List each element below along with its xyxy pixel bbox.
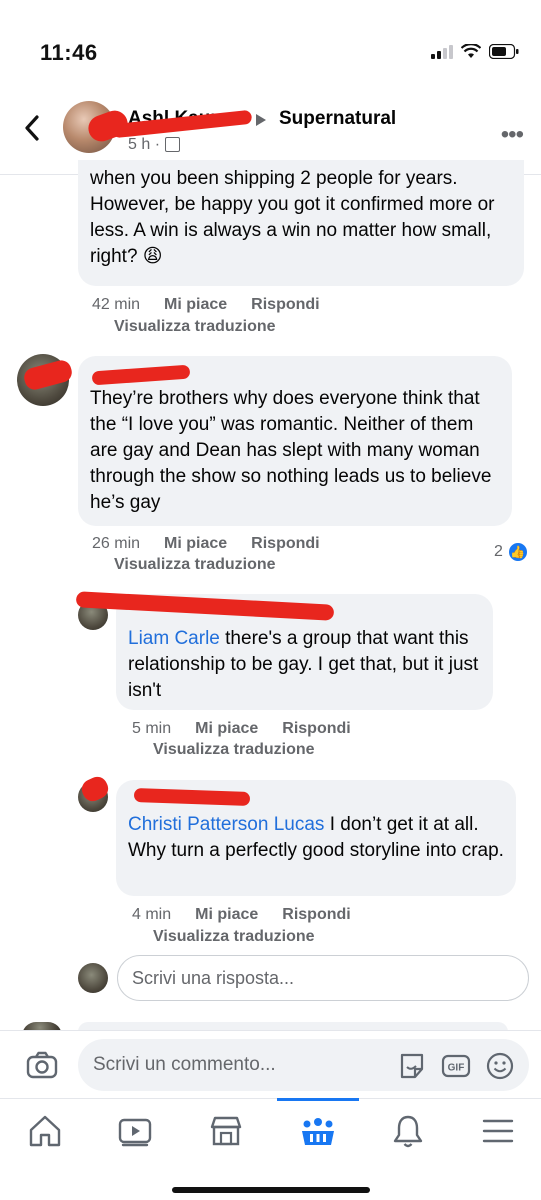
sticker-icon[interactable] <box>397 1051 427 1081</box>
reaction-count[interactable]: 2 👍 <box>494 541 529 563</box>
comment-bubble: when you been shipping 2 people for year… <box>78 160 524 286</box>
status-bar: 11:46 <box>0 0 541 95</box>
reply-button[interactable]: Rispondi <box>251 296 319 314</box>
gif-icon[interactable]: GIF <box>441 1051 471 1081</box>
reaction-number: 2 <box>494 543 503 560</box>
reply-text: Christi Patterson Lucas I don’t get it a… <box>128 814 504 861</box>
comment-time: 26 min <box>92 535 141 552</box>
reply-input[interactable]: Scrivi una risposta... <box>117 955 529 1001</box>
like-button[interactable]: Mi piace <box>195 906 258 924</box>
comment-input[interactable]: Scrivi un commento... GIF <box>78 1039 529 1091</box>
group-name[interactable]: Supernatural <box>279 108 396 130</box>
signal-icon <box>431 44 453 59</box>
emoji-icon[interactable] <box>485 1051 515 1081</box>
composer-tools: GIF <box>397 1051 515 1081</box>
active-tab-indicator <box>277 1098 359 1101</box>
comment-time: 42 min <box>92 296 141 313</box>
reply-button[interactable]: Rispondi <box>282 720 350 738</box>
post-time: 5 h · <box>128 136 161 153</box>
comment-text: when you been shipping 2 people for year… <box>90 168 495 267</box>
arrow-right-icon <box>256 114 266 126</box>
see-translation-link[interactable]: Visualizza traduzione <box>114 318 276 336</box>
store-icon[interactable] <box>206 1111 246 1151</box>
video-icon[interactable] <box>115 1111 155 1151</box>
svg-text:GIF: GIF <box>448 1063 465 1074</box>
comment-actions: 26 min Mi piace Rispondi <box>92 535 320 553</box>
camera-icon[interactable] <box>26 1049 58 1081</box>
reply-actions: 4 min Mi piace Rispondi <box>132 906 351 924</box>
reply-actions: 5 min Mi piace Rispondi <box>132 720 351 738</box>
bell-icon[interactable] <box>388 1111 428 1151</box>
groups-icon[interactable] <box>298 1111 338 1151</box>
wifi-icon <box>461 44 481 58</box>
like-button[interactable]: Mi piace <box>164 535 227 553</box>
see-translation-link[interactable]: Visualizza traduzione <box>153 928 315 946</box>
comment-actions: 42 min Mi piace Rispondi <box>92 296 320 314</box>
reply-button[interactable]: Rispondi <box>251 535 319 553</box>
comment-composer: Scrivi un commento... GIF <box>0 1030 541 1096</box>
status-indicators <box>431 44 519 59</box>
more-horizontal-icon[interactable]: ••• <box>501 121 524 149</box>
like-button[interactable]: Mi piace <box>195 720 258 738</box>
reply-time: 5 min <box>132 720 172 737</box>
home-icon[interactable] <box>25 1111 65 1151</box>
reply-placeholder: Scrivi una risposta... <box>132 968 295 988</box>
status-time: 11:46 <box>40 40 98 65</box>
reply-button[interactable]: Rispondi <box>282 906 350 924</box>
see-translation-link[interactable]: Visualizza traduzione <box>153 741 315 759</box>
mention-link[interactable]: Liam Carle <box>128 628 220 649</box>
menu-icon[interactable] <box>478 1111 518 1151</box>
bottom-tab-bar <box>0 1098 541 1200</box>
mention-link[interactable]: Christi Patterson Lucas <box>128 814 324 835</box>
chevron-left-icon[interactable] <box>20 113 44 143</box>
see-translation-link[interactable]: Visualizza traduzione <box>114 556 276 574</box>
comment-text: They’re brothers why does everyone think… <box>90 388 492 513</box>
current-user-avatar <box>78 963 108 993</box>
battery-icon <box>489 44 519 59</box>
home-indicator <box>172 1187 370 1193</box>
like-reaction-icon: 👍 <box>506 541 529 563</box>
reply-text: Liam Carle there's a group that want thi… <box>128 628 479 701</box>
audience-icon <box>165 137 180 152</box>
like-button[interactable]: Mi piace <box>164 296 227 314</box>
reply-time: 4 min <box>132 906 172 923</box>
comment-placeholder: Scrivi un commento... <box>93 1054 276 1075</box>
